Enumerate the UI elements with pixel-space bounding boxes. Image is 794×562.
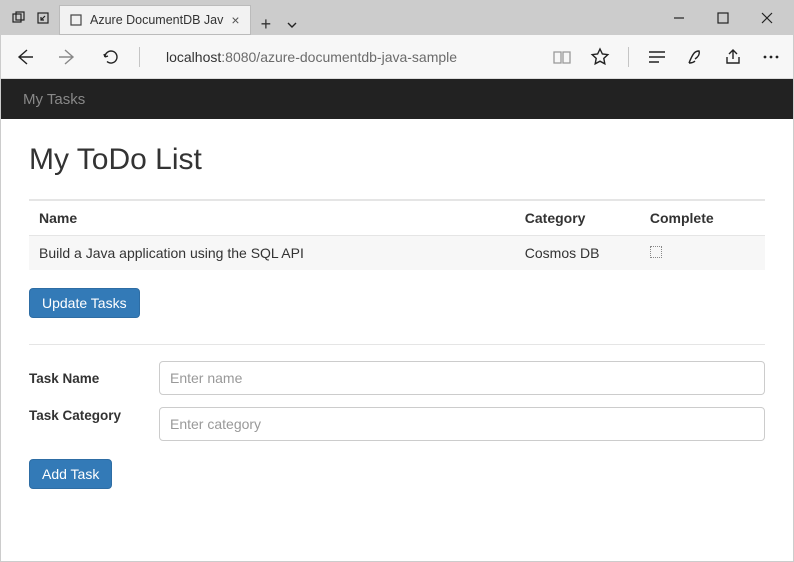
notes-icon[interactable] [685,47,705,67]
close-window-button[interactable] [745,4,789,32]
page-title: My ToDo List [29,143,765,177]
forward-button[interactable] [57,46,79,68]
divider [29,344,765,345]
tab-chevron-icon[interactable] [285,18,299,35]
window-titlebar: Azure DocumentDB Jav × + [1,1,793,35]
page-icon [70,14,82,26]
col-complete: Complete [640,201,765,236]
nav-controls [13,46,121,68]
toolbar-divider [139,47,140,67]
update-tasks-button[interactable]: Update Tasks [29,288,140,318]
cascade-icon[interactable] [11,10,27,26]
navbar-brand[interactable]: My Tasks [23,91,85,108]
complete-checkbox[interactable] [650,246,662,258]
favorite-icon[interactable] [590,47,610,67]
maximize-button[interactable] [701,4,745,32]
reading-view-icon[interactable] [552,47,572,67]
task-name-label: Task Name [29,371,159,386]
app-navbar: My Tasks [1,79,793,119]
tab-title: Azure DocumentDB Jav [90,13,223,27]
hub-icon[interactable] [647,47,667,67]
task-category-input[interactable] [159,407,765,441]
form-row-category: Task Category [29,407,765,441]
address-path: :8080/azure-documentdb-java-sample [221,49,457,65]
browser-tab[interactable]: Azure DocumentDB Jav × [59,5,251,35]
refresh-button[interactable] [101,47,121,67]
window-controls [657,4,793,32]
browser-toolbar: localhost:8080/azure-documentdb-java-sam… [1,35,793,79]
task-category-label: Task Category [29,407,159,425]
task-name-input[interactable] [159,361,765,395]
form-row-name: Task Name [29,361,765,395]
back-button[interactable] [13,46,35,68]
tasks-table: Name Category Complete Build a Java appl… [29,200,765,270]
page-content: My ToDo List Name Category Complete Buil… [1,119,793,507]
address-bar[interactable]: localhost:8080/azure-documentdb-java-sam… [158,49,534,65]
add-task-button[interactable]: Add Task [29,459,112,489]
col-name: Name [29,201,515,236]
tab-close-icon[interactable]: × [231,12,239,28]
new-tab-button[interactable]: + [261,14,272,35]
table-header-row: Name Category Complete [29,201,765,236]
table-row: Build a Java application using the SQL A… [29,236,765,271]
col-category: Category [515,201,640,236]
cell-name: Build a Java application using the SQL A… [29,236,515,271]
minimize-button[interactable] [657,4,701,32]
more-icon[interactable] [761,47,781,67]
cell-complete [640,236,765,271]
toolbar-actions [552,47,781,67]
set-aside-icon[interactable] [35,10,51,26]
address-host: localhost [166,49,221,65]
tab-strip: Azure DocumentDB Jav × + [59,1,657,35]
titlebar-left [1,10,51,26]
toolbar-divider [628,47,629,67]
cell-category: Cosmos DB [515,236,640,271]
share-icon[interactable] [723,47,743,67]
